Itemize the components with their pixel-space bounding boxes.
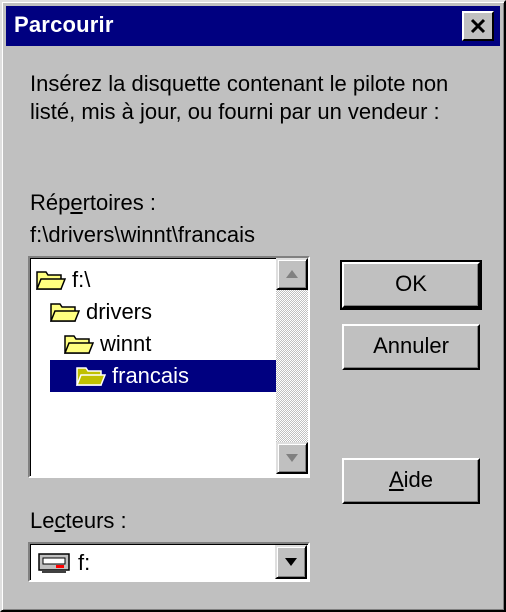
open-folder-icon — [50, 303, 80, 322]
directory-item-label: drivers — [86, 299, 153, 324]
drives-label: Lecteurs : — [30, 508, 127, 534]
close-icon — [470, 18, 486, 34]
current-path: f:\drivers\winnt\francais — [30, 222, 255, 247]
directories-label-part: rtoires : — [82, 190, 156, 215]
directory-scrollbar[interactable] — [276, 258, 308, 474]
drive-select[interactable]: f: — [28, 542, 310, 582]
cancel-button[interactable]: Annuler — [342, 324, 480, 370]
directory-item-label: francais — [112, 363, 190, 388]
title-bar[interactable]: Parcourir — [6, 6, 500, 46]
instruction-line-2: listé, mis à jour, ou fourni par un vend… — [30, 99, 440, 124]
close-button[interactable] — [462, 11, 494, 41]
network-drive-icon — [38, 553, 70, 573]
directory-item-drivers[interactable]: drivers — [50, 296, 152, 328]
arrow-down-icon — [286, 454, 298, 462]
browse-dialog: Parcourir Insérez la disquette contenant… — [0, 0, 506, 612]
instruction-line-1: Insérez la disquette contenant le pilote… — [30, 71, 449, 96]
directory-item-root[interactable]: f:\ — [36, 264, 90, 296]
drives-label-accelerator: c — [54, 508, 66, 533]
drives-label-part: teurs : — [65, 508, 127, 533]
scroll-up-button[interactable] — [276, 258, 308, 290]
ok-button[interactable]: OK — [340, 260, 482, 310]
directories-label: Répertoires : — [30, 190, 156, 216]
directory-item-label: f:\ — [72, 267, 91, 292]
chevron-down-icon — [285, 558, 297, 566]
arrow-up-icon — [286, 270, 298, 278]
scroll-down-button[interactable] — [276, 442, 308, 474]
dialog-title: Parcourir — [14, 12, 114, 37]
directory-item-francais[interactable]: francais — [50, 360, 306, 392]
help-button-accelerator: A — [388, 467, 404, 492]
help-button[interactable]: Aide — [342, 458, 480, 504]
open-folder-icon — [36, 271, 66, 290]
directory-list[interactable]: f:\ drivers winnt francais — [28, 256, 310, 478]
open-folder-icon — [64, 335, 94, 354]
directory-item-winnt[interactable]: winnt — [64, 328, 151, 360]
directory-item-label: winnt — [100, 331, 152, 356]
drives-label-part: Le — [30, 508, 55, 533]
drive-select-value: f: — [78, 550, 91, 575]
directories-label-accelerator: e — [70, 190, 83, 215]
instruction-text: Insérez la disquette contenant le pilote… — [30, 70, 448, 126]
help-button-label: ide — [403, 467, 434, 492]
drive-dropdown-button[interactable] — [275, 545, 307, 579]
directories-label-part: Rép — [30, 190, 71, 215]
open-folder-icon — [76, 367, 106, 386]
